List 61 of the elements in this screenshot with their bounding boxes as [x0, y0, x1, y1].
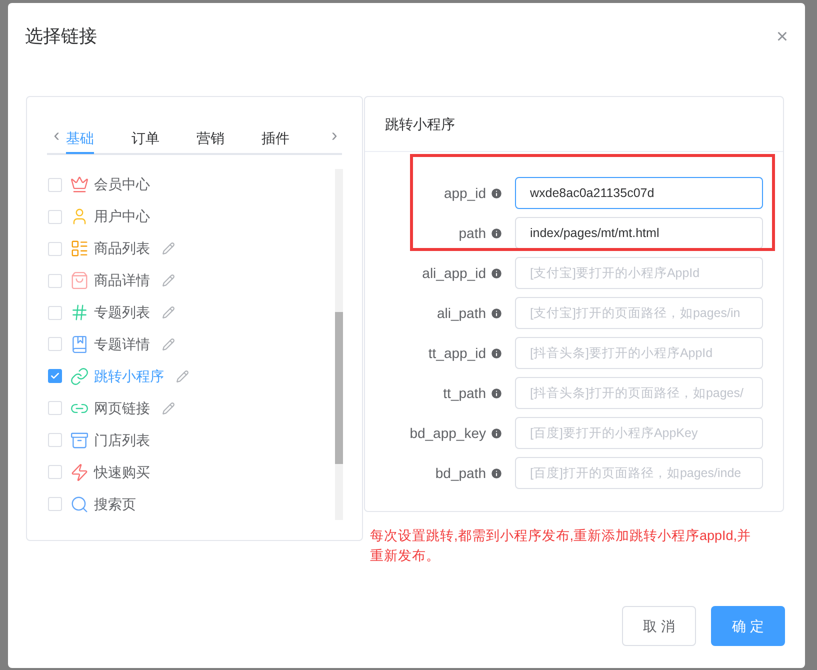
text-field[interactable]: wxde8ac0a21135c07d — [515, 177, 763, 209]
edit-icon[interactable] — [162, 306, 175, 320]
hash-icon — [70, 303, 89, 322]
edit-icon[interactable] — [162, 402, 175, 415]
text-field[interactable]: [抖音头条]要打开的小程序AppId — [515, 337, 763, 369]
category-tab[interactable]: 订单 — [131, 128, 196, 155]
search-icon — [70, 494, 89, 514]
info-icon[interactable] — [490, 346, 503, 360]
text-field[interactable]: index/pages/mt/mt.html — [515, 217, 763, 249]
lightning-icon — [70, 462, 89, 482]
info-icon[interactable] — [490, 426, 503, 440]
info-icon[interactable] — [490, 306, 503, 320]
edit-icon[interactable] — [162, 338, 175, 351]
category-tab[interactable]: 营销 — [196, 128, 262, 155]
dialog-title: 选择链接 — [25, 25, 97, 48]
link-label[interactable]: 专题列表 — [94, 302, 150, 324]
edit-icon[interactable] — [162, 274, 175, 288]
edit-icon[interactable] — [162, 242, 175, 256]
text-field[interactable]: [支付宝]要打开的小程序AppId — [515, 257, 763, 289]
cancel-button[interactable]: 取 消 — [622, 606, 696, 646]
category-tab[interactable]: 插件 — [262, 128, 327, 155]
close-button[interactable]: × — [776, 26, 788, 46]
link-label[interactable]: 门店列表 — [94, 430, 150, 451]
text-field[interactable]: [抖音头条]打开的页面路径，如pages/ — [515, 377, 763, 409]
field-label: path — [458, 224, 486, 243]
scrollbar[interactable] — [335, 169, 343, 520]
field-label: ali_path — [436, 304, 486, 323]
link-label[interactable]: 商品详情 — [94, 270, 150, 292]
info-icon[interactable] — [490, 466, 503, 480]
link-label[interactable]: 会员中心 — [94, 174, 150, 196]
checkbox[interactable] — [48, 369, 62, 384]
info-icon[interactable] — [490, 226, 503, 240]
text-field[interactable]: [支付宝]打开的页面路径，如pages/in — [515, 297, 763, 329]
archive-icon — [70, 430, 89, 450]
link-label[interactable]: 搜索页 — [94, 494, 136, 515]
list-icon — [70, 239, 89, 258]
field-label: bd_app_key — [410, 424, 486, 443]
text-field[interactable]: [百度]要打开的小程序AppKey — [515, 417, 763, 449]
field-label: tt_app_id — [428, 344, 486, 363]
link-icon — [70, 366, 89, 386]
info-icon[interactable] — [490, 186, 503, 200]
edit-icon[interactable] — [176, 370, 189, 383]
link-label[interactable]: 快速购买 — [94, 462, 150, 483]
field-label: tt_path — [443, 384, 486, 403]
link-label[interactable]: 商品列表 — [94, 238, 150, 260]
scrollbar-thumb[interactable] — [335, 312, 343, 464]
link-label[interactable]: 专题详情 — [94, 334, 150, 355]
field-label: app_id — [444, 184, 486, 203]
crown-icon — [70, 175, 89, 194]
text-field[interactable]: [百度]打开的页面路径，如pages/inde — [515, 457, 763, 489]
field-label: ali_app_id — [422, 264, 486, 283]
shopping-bag-icon — [70, 271, 89, 290]
field-label: bd_path — [435, 464, 486, 483]
link-label[interactable]: 用户中心 — [94, 206, 150, 228]
link-label[interactable]: 网页链接 — [94, 398, 150, 419]
info-icon[interactable] — [490, 386, 503, 400]
form-title: 跳转小程序 — [385, 114, 455, 134]
notice-text: 每次设置跳转,都需到小程序发布,重新添加跳转小程序appId,并重新发布。 — [370, 527, 752, 565]
info-icon[interactable] — [490, 266, 503, 280]
check-icon — [50, 371, 60, 382]
bookmark-icon — [70, 334, 89, 354]
